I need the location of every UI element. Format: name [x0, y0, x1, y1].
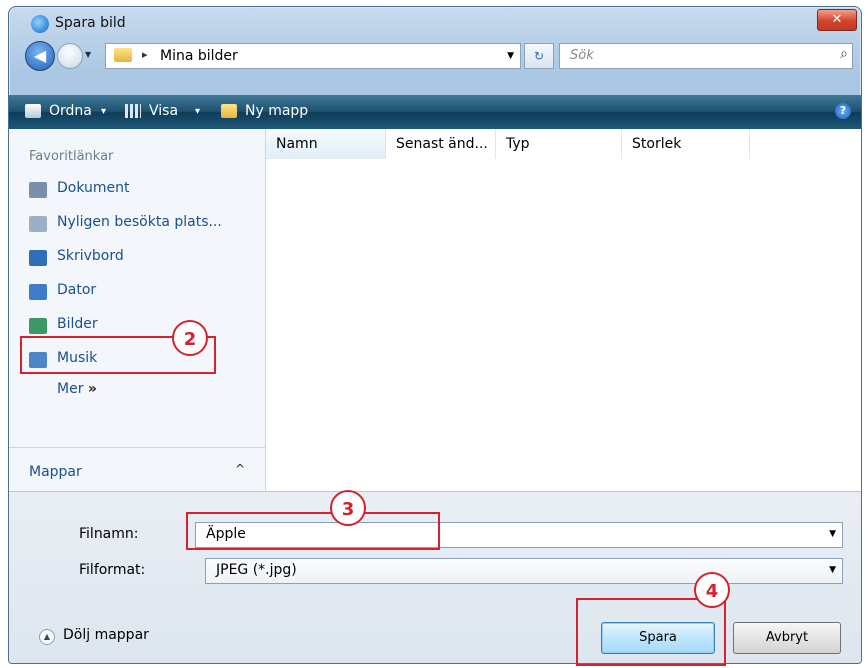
callout-highlight-filename — [186, 512, 440, 550]
format-label: Filformat: — [79, 562, 146, 578]
navigation-pane: Favoritlänkar Dokument Nyligen besökta p… — [9, 129, 266, 491]
callout-number-4: 4 — [694, 572, 730, 608]
navigation-bar: ◀ ▼ ▸ Mina bilder ▼ ↻ Sök ⌕ — [9, 37, 861, 73]
sidebar-item-label: Skrivbord — [57, 248, 124, 264]
back-button[interactable]: ◀ — [25, 41, 55, 71]
sidebar-item-dator[interactable]: Dator — [29, 279, 259, 305]
format-select[interactable]: JPEG (*.jpg) ▼ — [205, 558, 843, 584]
refresh-button[interactable]: ↻ — [524, 43, 554, 69]
desktop-icon — [29, 250, 47, 266]
search-input[interactable]: Sök ⌕ — [559, 43, 853, 69]
column-header-type[interactable]: Typ — [496, 129, 622, 159]
organize-dropdown-icon[interactable]: ▾ — [101, 106, 106, 117]
breadcrumb-separator-icon[interactable]: ▸ — [142, 48, 148, 61]
filename-dropdown-icon[interactable]: ▼ — [829, 529, 836, 539]
callout-number-2: 2 — [172, 320, 208, 356]
close-button[interactable]: ✕ — [817, 9, 857, 31]
command-toolbar: Ordna ▾ Visa ▾ Ny mapp ? — [9, 95, 861, 129]
sidebar-item-label: Dokument — [57, 180, 130, 196]
sidebar-item-skrivbord[interactable]: Skrivbord — [29, 245, 259, 271]
title-bar: Spara bild ✕ — [9, 7, 861, 37]
more-links-button[interactable]: Mer » — [57, 381, 97, 397]
sidebar-item-label: Bilder — [57, 316, 98, 332]
column-header-modified[interactable]: Senast änd... — [386, 129, 496, 159]
format-value: JPEG (*.jpg) — [216, 562, 297, 578]
callout-number-3: 3 — [330, 490, 366, 526]
chevron-up-icon[interactable]: ^ — [235, 462, 245, 476]
sidebar-item-label: Nyligen besökta plats... — [57, 214, 222, 230]
new-folder-button[interactable]: Ny mapp — [245, 103, 308, 119]
view-dropdown-icon[interactable]: ▾ — [195, 106, 200, 117]
view-menu[interactable]: Visa — [149, 103, 178, 119]
view-icon — [125, 104, 141, 118]
search-icon[interactable]: ⌕ — [840, 46, 848, 62]
hide-folders-button[interactable]: Dölj mappar — [63, 627, 149, 643]
help-icon[interactable]: ? — [835, 103, 851, 119]
chevron-up-icon[interactable]: ▲ — [39, 629, 55, 645]
recent-pages-dropdown-icon[interactable]: ▼ — [85, 50, 91, 59]
internet-explorer-icon — [31, 15, 49, 33]
file-list[interactable]: Namn Senast änd... Typ Storlek — [266, 129, 861, 491]
column-header-size[interactable]: Storlek — [622, 129, 750, 159]
window-title: Spara bild — [55, 15, 126, 31]
new-folder-icon — [221, 104, 237, 118]
more-label: Mer — [57, 381, 84, 397]
pictures-icon — [29, 318, 47, 334]
column-header-name[interactable]: Namn — [266, 129, 386, 159]
computer-icon — [29, 284, 47, 300]
recent-places-icon — [29, 216, 47, 232]
breadcrumb-mina-bilder[interactable]: Mina bilder — [160, 48, 238, 64]
search-placeholder: Sök — [570, 48, 594, 63]
filename-label: Filnamn: — [79, 526, 139, 542]
organize-menu[interactable]: Ordna — [49, 103, 92, 119]
double-chevron-icon: » — [87, 381, 97, 397]
save-dialog: Spara bild ✕ ◀ ▼ ▸ Mina bilder ▼ ↻ Sök ⌕… — [8, 6, 862, 664]
cancel-button[interactable]: Avbryt — [733, 622, 841, 654]
sidebar-item-recent-places[interactable]: Nyligen besökta plats... — [29, 211, 259, 237]
documents-icon — [29, 182, 47, 198]
favorite-links-heading: Favoritlänkar — [29, 149, 114, 164]
callout-highlight-save — [576, 598, 726, 666]
address-bar[interactable]: ▸ Mina bilder ▼ — [105, 43, 521, 69]
format-dropdown-icon[interactable]: ▼ — [829, 565, 836, 575]
sidebar-item-dokument[interactable]: Dokument — [29, 177, 259, 203]
folders-toggle[interactable]: Mappar ^ — [9, 447, 265, 492]
sidebar-item-label: Dator — [57, 282, 97, 298]
folders-label: Mappar — [29, 464, 82, 480]
address-dropdown-icon[interactable]: ▼ — [507, 51, 514, 61]
forward-button[interactable] — [57, 43, 83, 69]
organize-icon — [25, 104, 41, 118]
folder-icon — [114, 48, 132, 62]
